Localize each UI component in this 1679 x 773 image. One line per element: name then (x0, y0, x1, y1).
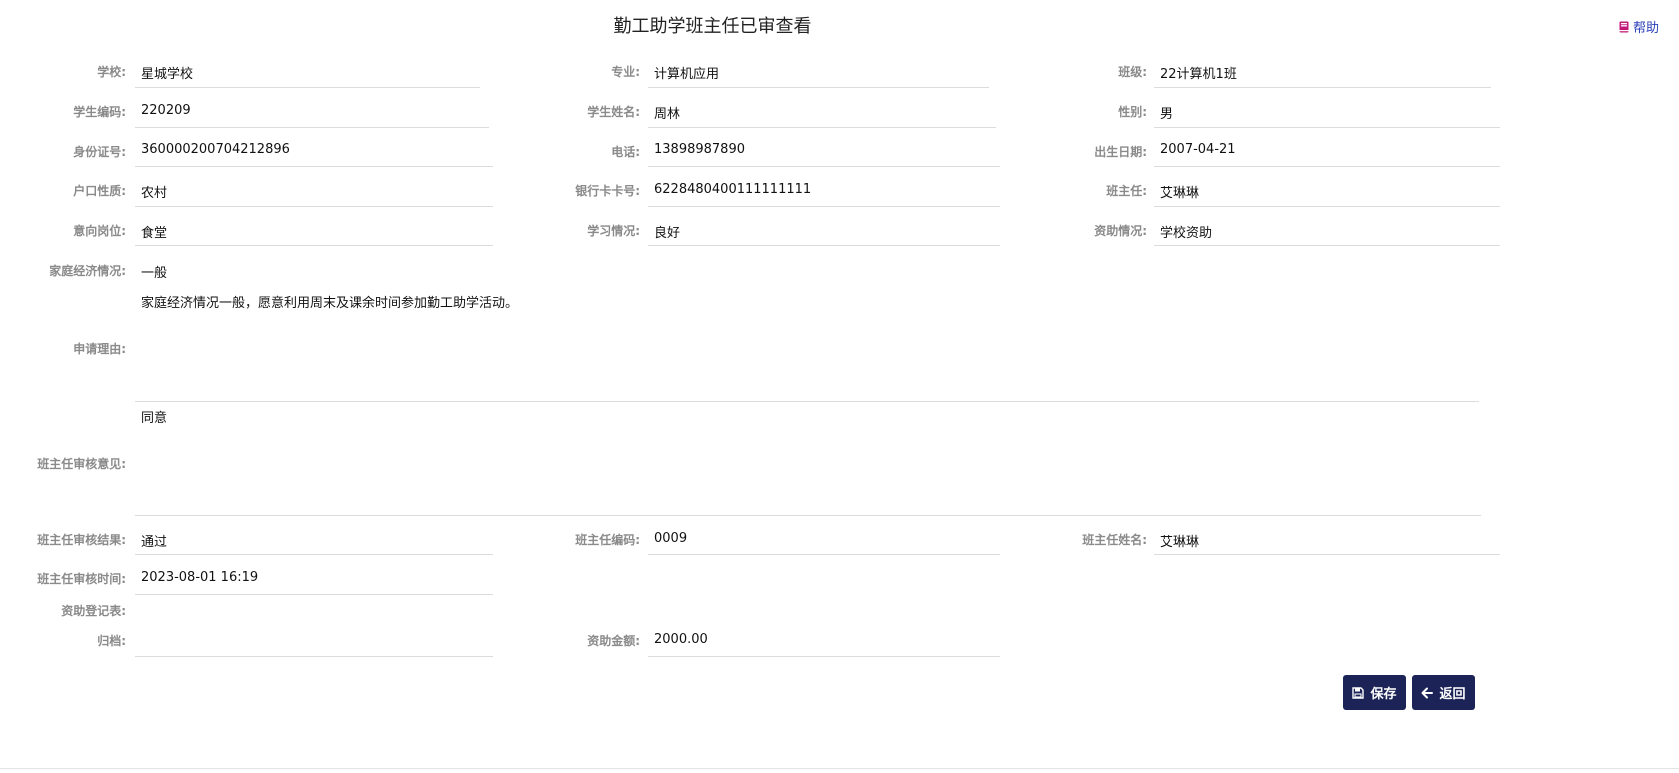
help-label: 帮助 (1633, 21, 1660, 36)
school-label: 学校: (97, 65, 126, 79)
review-opinion-value: 同意 (141, 411, 168, 426)
reason-underline (135, 401, 1479, 402)
study-status-underline (648, 245, 1000, 246)
aid-status-underline (1154, 245, 1500, 246)
birth-date-value: 2007-04-21 (1160, 142, 1236, 157)
student-code-label: 学生编码: (73, 105, 126, 119)
school-underline (135, 87, 480, 88)
archive-label: 归档: (97, 634, 126, 648)
arrow-left-icon (1421, 687, 1434, 699)
study-status-label: 学习情况: (587, 224, 640, 238)
household-type-label: 户口性质: (73, 184, 126, 198)
reason-label: 申请理由: (73, 342, 126, 356)
id-number-underline (135, 166, 493, 167)
bottom-divider (0, 768, 1679, 769)
review-opinion-label: 班主任审核意见: (37, 457, 126, 471)
bank-card-value: 6228480400111111111 (654, 182, 812, 197)
major-underline (648, 87, 989, 88)
id-number-label: 身份证号: (73, 145, 126, 159)
phone-value: 13898987890 (654, 142, 745, 157)
floppy-disk-icon (1352, 686, 1365, 699)
phone-label: 电话: (611, 145, 640, 159)
student-code-underline (135, 127, 489, 128)
class-label: 班级: (1118, 65, 1147, 79)
head-teacher-label: 班主任: (1106, 184, 1147, 198)
teacher-code-label: 班主任编码: (575, 533, 640, 547)
help-link[interactable]: 帮助 (1619, 17, 1659, 36)
class-underline (1154, 87, 1491, 88)
review-result-value: 通过 (141, 535, 168, 550)
phone-underline (648, 166, 1000, 167)
head-teacher-value: 艾琳琳 (1160, 186, 1200, 201)
class-value: 22计算机1班 (1160, 67, 1237, 82)
study-status-value: 良好 (654, 226, 681, 241)
student-name-value: 周林 (654, 107, 681, 122)
aid-amount-label: 资助金额: (587, 634, 640, 648)
desired-post-value: 食堂 (141, 226, 168, 241)
gender-label: 性别: (1118, 105, 1147, 119)
student-name-underline (648, 127, 996, 128)
family-economy-value: 一般 (141, 266, 168, 281)
aid-amount-underline (648, 656, 1000, 657)
desired-post-label: 意向岗位: (73, 224, 126, 238)
teacher-name-underline (1154, 554, 1500, 555)
aid-status-label: 资助情况: (1094, 224, 1147, 238)
bank-card-label: 银行卡卡号: (575, 184, 640, 198)
household-type-value: 农村 (141, 186, 168, 201)
bank-card-underline (648, 206, 1000, 207)
save-label: 保存 (1370, 687, 1397, 702)
birth-date-underline (1154, 166, 1500, 167)
teacher-code-value: 0009 (654, 531, 688, 546)
review-time-label: 班主任审核时间: (37, 572, 126, 586)
aid-form-label: 资助登记表: (61, 604, 126, 618)
family-economy-label: 家庭经济情况: (49, 264, 126, 278)
household-type-underline (135, 206, 493, 207)
desired-post-underline (135, 245, 493, 246)
id-number-value: 360000200704212896 (141, 142, 290, 157)
teacher-name-value: 艾琳琳 (1160, 535, 1200, 550)
head-teacher-underline (1154, 206, 1500, 207)
gender-value: 男 (1160, 107, 1174, 122)
save-button[interactable]: 保存 (1343, 675, 1406, 710)
review-opinion-underline (135, 515, 1481, 516)
student-code-value: 220209 (141, 103, 191, 118)
aid-status-value: 学校资助 (1160, 226, 1213, 241)
review-result-label: 班主任审核结果: (37, 533, 126, 547)
gender-underline (1154, 127, 1500, 128)
major-label: 专业: (611, 65, 640, 79)
teacher-name-label: 班主任姓名: (1082, 533, 1147, 547)
birth-date-label: 出生日期: (1094, 145, 1147, 159)
back-button[interactable]: 返回 (1412, 675, 1475, 710)
review-result-underline (135, 554, 493, 555)
reason-value: 家庭经济情况一般，愿意利用周末及课余时间参加勤工助学活动。 (141, 296, 519, 311)
major-value: 计算机应用 (654, 67, 720, 82)
review-time-underline (135, 594, 493, 595)
archive-underline (135, 656, 493, 657)
page-title: 勤工助学班主任已审查看 (613, 16, 812, 37)
aid-amount-value: 2000.00 (654, 632, 708, 647)
student-name-label: 学生姓名: (587, 105, 640, 119)
school-value: 星城学校 (141, 67, 194, 82)
back-label: 返回 (1439, 687, 1466, 702)
review-time-value: 2023-08-01 16:19 (141, 570, 259, 585)
teacher-code-underline (648, 554, 1000, 555)
book-icon (1619, 21, 1629, 33)
